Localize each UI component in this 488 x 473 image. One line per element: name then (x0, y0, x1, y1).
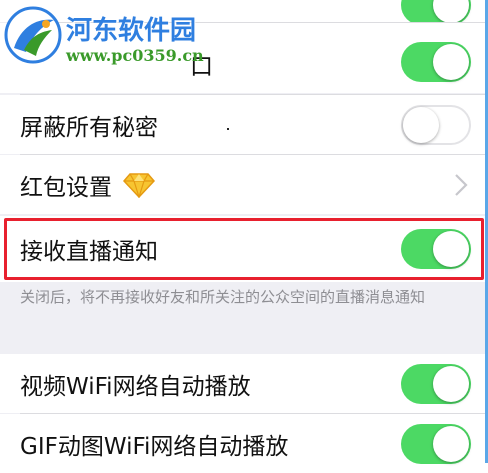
red-packet-text: 红包设置 (20, 174, 112, 201)
gif-autoplay-label: GIF动图WiFi网络自动播放 (20, 433, 289, 460)
gif-autoplay-toggle[interactable] (401, 423, 471, 464)
red-packet-label: 红包设置 (20, 168, 156, 202)
toggle-knob (403, 106, 439, 143)
stray-dot (227, 128, 229, 130)
hide-secrets-toggle[interactable] (401, 104, 471, 145)
settings-row-video-autoplay[interactable]: 视频WiFi网络自动播放 (0, 354, 488, 413)
toggle-top-partial[interactable] (401, 0, 471, 25)
diamond-icon (123, 172, 156, 199)
video-autoplay-toggle[interactable] (401, 363, 471, 404)
toggle-knob (433, 0, 469, 23)
settings-row-hide-secrets[interactable]: 屏蔽所有秘密 (0, 95, 488, 154)
toggle-partial-2[interactable] (401, 41, 471, 82)
toggle-knob (433, 365, 469, 402)
settings-row-gif-autoplay[interactable]: GIF动图WiFi网络自动播放 (0, 414, 488, 473)
toggle-knob (433, 425, 469, 462)
watermark: 河东软件园 www.pc0359.cn (0, 0, 210, 78)
hide-secrets-label: 屏蔽所有秘密 (20, 114, 158, 141)
highlight-box (4, 218, 484, 280)
watermark-title: 河东软件园 (66, 16, 197, 46)
watermark-url: www.pc0359.cn (66, 46, 204, 65)
chevron-right-icon (455, 173, 468, 196)
video-autoplay-label: 视频WiFi网络自动播放 (20, 373, 251, 400)
watermark-logo-icon (4, 6, 62, 64)
settings-row-red-packet[interactable]: 红包设置 (0, 155, 488, 214)
live-notify-note: 关闭后，将不再接收好友和所关注的公众空间的直播消息通知 (20, 288, 426, 306)
toggle-knob (433, 43, 469, 80)
